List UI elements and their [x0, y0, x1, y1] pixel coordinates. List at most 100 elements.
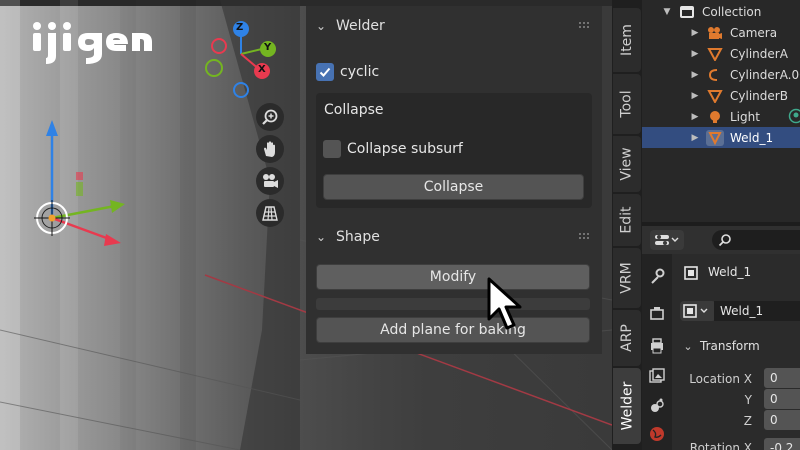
- outliner-row-cylindera[interactable]: ▶ CylinderA: [690, 43, 800, 64]
- tab-edit[interactable]: Edit: [613, 194, 641, 246]
- object-properties: Weld_1 Weld_1 ⌄ Transform Location X 0 Y…: [672, 254, 800, 450]
- drag-handle-icon[interactable]: [578, 21, 592, 29]
- object-icon: [684, 266, 698, 280]
- camera-icon: [263, 174, 278, 188]
- outliner-row-camera[interactable]: ▶ Camera: [690, 22, 800, 43]
- zoom-icon: [262, 109, 278, 125]
- mesh-icon: [706, 88, 724, 104]
- properties-header: [642, 226, 800, 254]
- object-name-field[interactable]: Weld_1: [714, 301, 800, 321]
- light-data-icon: [788, 108, 800, 124]
- perspective-toggle-button[interactable]: [256, 199, 284, 227]
- collection-label: Collection: [702, 4, 762, 19]
- pan-button[interactable]: [256, 135, 284, 163]
- outliner-collection-row[interactable]: ▼ Collection: [662, 1, 800, 22]
- mesh-icon: [706, 129, 724, 146]
- tab-item[interactable]: Item: [613, 8, 641, 72]
- location-x-field[interactable]: 0: [764, 368, 800, 388]
- modify-button[interactable]: Modify: [316, 264, 590, 290]
- search-icon: [718, 234, 731, 247]
- gizmo-y-label: Y: [264, 42, 272, 53]
- world-tab[interactable]: [649, 426, 665, 442]
- expand-right-icon: ▶: [691, 132, 699, 143]
- transform-panel-header[interactable]: ⌄ Transform: [676, 334, 800, 358]
- grid-icon: [262, 206, 278, 221]
- tab-vrm[interactable]: VRM: [613, 248, 641, 308]
- chevron-down-icon: ⌄: [683, 339, 693, 353]
- outliner-row-cylindera-00[interactable]: ▶ CylinderA.00: [690, 64, 800, 85]
- light-icon: [706, 109, 724, 125]
- sidebar-tab-bar: Item Tool View Edit VRM ARP Welder: [612, 0, 642, 450]
- chevron-down-icon: ⌄: [315, 19, 327, 33]
- location-y-field[interactable]: 0: [764, 389, 800, 409]
- rotation-x-field[interactable]: -0.2: [764, 438, 800, 450]
- camera-icon: [706, 25, 724, 41]
- mouse-cursor-icon: [487, 277, 522, 330]
- properties-tab-column: [642, 254, 672, 450]
- outliner: ▼ Collection ▶ Camera ▶ CylinderA ▶ Cyli…: [642, 0, 800, 222]
- collapse-subsurf-label: Collapse subsurf: [347, 141, 463, 157]
- tab-welder[interactable]: Welder: [613, 368, 641, 444]
- properties-editor-icon: [655, 235, 679, 245]
- collapse-box-title: Collapse: [324, 102, 384, 118]
- editor-type-dropdown[interactable]: [650, 230, 684, 250]
- collapse-box: Collapse Collapse subsurf Collapse: [316, 93, 592, 208]
- scene-icon: [651, 398, 664, 412]
- expand-down-icon: ▼: [663, 6, 671, 17]
- properties-search-input[interactable]: [712, 230, 800, 250]
- outliner-row-light[interactable]: ▶ Light: [690, 106, 800, 127]
- checkbox-unchecked-icon: [323, 140, 341, 158]
- zoom-button[interactable]: [256, 103, 284, 131]
- expand-right-icon: ▶: [691, 27, 699, 38]
- checkbox-checked-icon: [316, 63, 334, 81]
- collapse-button[interactable]: Collapse: [323, 174, 584, 200]
- tab-view[interactable]: View: [613, 136, 641, 192]
- expand-right-icon: ▶: [691, 69, 699, 80]
- output-tab[interactable]: [649, 338, 665, 354]
- image-icon: [649, 368, 665, 383]
- chevron-down-icon: ⌄: [315, 230, 327, 244]
- location-z-label: Z: [743, 414, 752, 428]
- expand-right-icon: ▶: [691, 48, 699, 59]
- gizmo-x-label: X: [258, 64, 266, 75]
- tab-arp[interactable]: ARP: [613, 310, 641, 366]
- location-z-field[interactable]: 0: [764, 410, 800, 430]
- outliner-row-weld-1[interactable]: ▶ Weld_1: [642, 127, 800, 148]
- location-y-label: Y: [744, 393, 752, 407]
- world-icon: [650, 427, 664, 441]
- collapse-subsurf-checkbox[interactable]: Collapse subsurf: [323, 140, 463, 158]
- shape-panel-title: Shape: [336, 229, 380, 245]
- object-data-icon: [683, 304, 708, 318]
- mesh-icon: [706, 46, 724, 62]
- shape-panel-header[interactable]: ⌄ Shape: [306, 223, 602, 251]
- gizmo-z-label: Z: [236, 22, 244, 33]
- collection-icon: [678, 4, 696, 20]
- rotation-x-label: Rotation X: [689, 441, 752, 450]
- scene-tab[interactable]: [649, 398, 665, 414]
- expand-right-icon: ▶: [691, 90, 699, 101]
- cyclic-checkbox[interactable]: cyclic: [316, 63, 379, 81]
- drag-handle-icon[interactable]: [578, 232, 592, 240]
- object-browse-dropdown[interactable]: [680, 301, 716, 321]
- render-icon: [650, 307, 664, 320]
- add-plane-for-baking-button[interactable]: Add plane for baking: [316, 317, 590, 343]
- cyclic-label: cyclic: [340, 64, 380, 80]
- location-x-label: Location X: [689, 372, 752, 386]
- transform-title: Transform: [700, 339, 760, 353]
- sidebar-panel: ⌄ Welder cyclic Collapse Collapse subsur…: [306, 6, 602, 354]
- camera-view-button[interactable]: [256, 167, 284, 195]
- hand-icon: [264, 141, 275, 157]
- render-tab[interactable]: [649, 306, 665, 322]
- printer-icon: [651, 338, 663, 354]
- wrench-icon: [651, 268, 665, 284]
- view-layer-tab[interactable]: [649, 368, 665, 384]
- empty-slot: [316, 298, 590, 310]
- welder-panel-title: Welder: [336, 18, 385, 34]
- welder-panel-header[interactable]: ⌄ Welder: [306, 12, 602, 40]
- tab-tool[interactable]: Tool: [613, 74, 641, 134]
- curve-icon: [706, 67, 724, 83]
- tool-tab[interactable]: [649, 268, 665, 284]
- object-name: Weld_1: [708, 265, 752, 279]
- expand-right-icon: ▶: [691, 111, 699, 122]
- outliner-row-cylinderb[interactable]: ▶ CylinderB: [690, 85, 800, 106]
